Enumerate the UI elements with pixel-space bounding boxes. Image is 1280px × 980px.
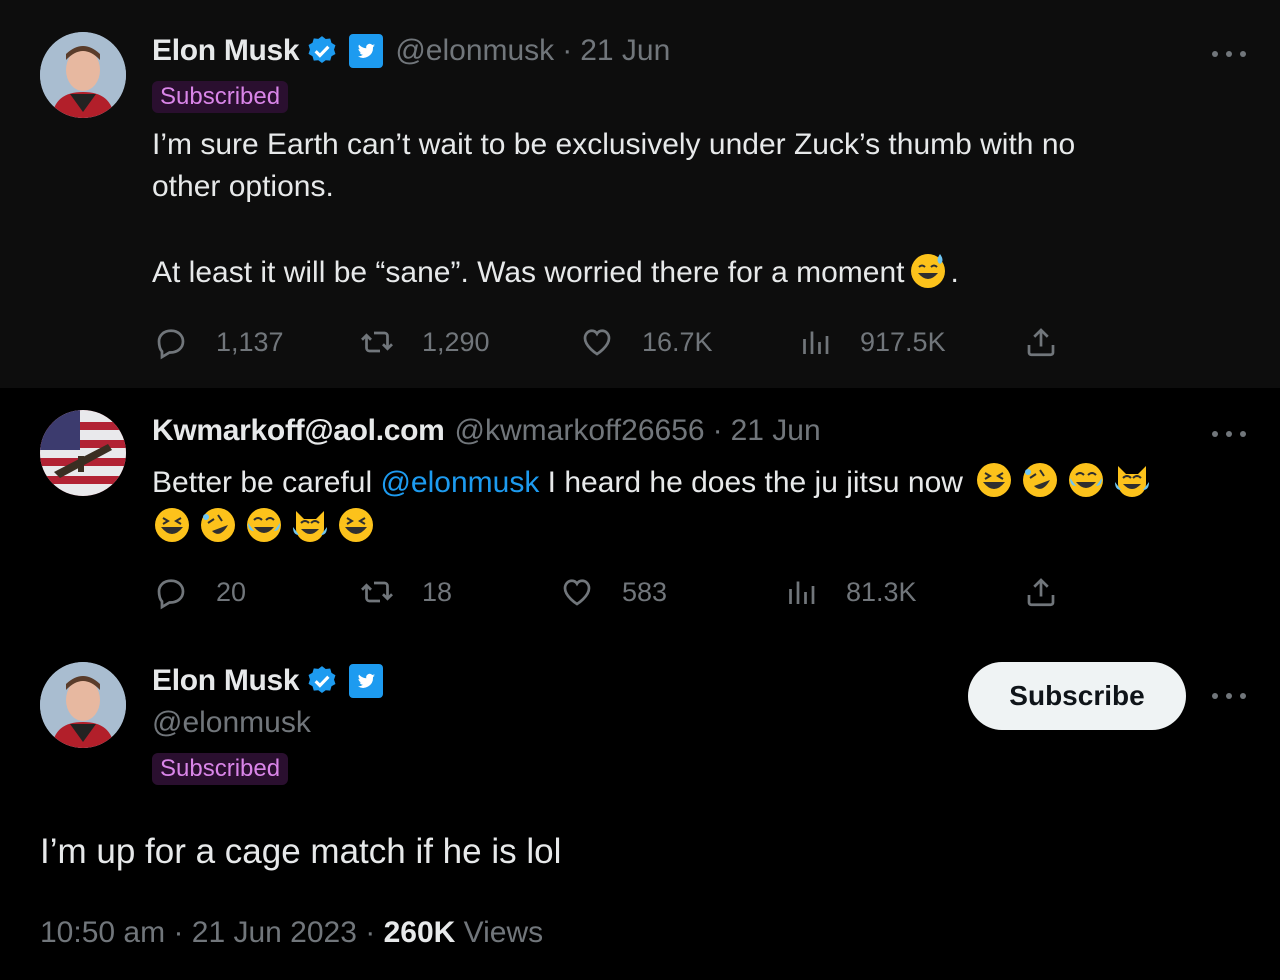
retweet-button[interactable]: 1,290 [356, 320, 490, 364]
retweet-button[interactable]: 18 [356, 570, 452, 614]
tweet-elon-focused: Elon Musk @elonmusk Subscribed Subscribe… [0, 640, 1280, 980]
views-button[interactable]: 81.3K [780, 570, 917, 614]
share-icon [1027, 578, 1055, 607]
separator-dot: · [562, 34, 573, 67]
joy-emoji-icon [247, 508, 281, 542]
rofl-emoji-icon [201, 508, 235, 542]
tweet-reply-kwmarkoff[interactable]: Kwmarkoff@aol.com @kwmarkoff26656 · 21 J… [0, 388, 1280, 640]
analytics-icon [803, 331, 829, 354]
author-handle[interactable]: @kwmarkoff26656 [455, 414, 705, 448]
more-options-icon[interactable] [1212, 686, 1246, 706]
heart-icon [563, 579, 591, 606]
tweet-date[interactable]: 21 Jun [731, 414, 821, 448]
twitter-logo-icon [349, 34, 384, 68]
like-count: 16.7K [642, 326, 713, 357]
tweet-text-segment: . [950, 256, 959, 289]
tweet-actions: 20 18 583 81.3K [150, 570, 1080, 614]
like-button[interactable]: 16.7K [576, 320, 713, 364]
subscribed-badge: Subscribed [152, 81, 289, 113]
tweet-text-segment: At least it will be “sane”. Was worried … [152, 256, 905, 289]
tweet-text-segment: Better be careful [152, 466, 381, 499]
tweet-text-line: At least it will be “sane”. Was worried … [152, 250, 1252, 294]
subscribed-badge: Subscribed [152, 753, 289, 785]
tweet-text: I’m sure Earth can’t wait to be exclusiv… [152, 124, 1252, 294]
tweet-text-line: I’m sure Earth can’t wait to be exclusiv… [152, 128, 1076, 161]
avatar[interactable] [40, 410, 126, 496]
share-icon [1027, 328, 1055, 357]
retweet-icon [361, 331, 393, 353]
tweet-text: Better be careful @elonmusk I heard he d… [152, 460, 1252, 550]
mention-link[interactable]: @elonmusk [380, 466, 539, 499]
reply-icon [157, 329, 185, 360]
reply-count: 20 [216, 576, 247, 607]
share-button[interactable] [1020, 320, 1062, 364]
tweet-date[interactable]: 21 Jun [580, 34, 670, 68]
laughing-emoji-icon [155, 508, 189, 542]
views-count: 81.3K [846, 576, 917, 607]
analytics-icon [789, 581, 815, 604]
more-options-icon[interactable] [1212, 424, 1246, 444]
tweet-text-line: other options. [152, 170, 334, 203]
cat-joy-emoji-icon [293, 511, 327, 542]
author-handle[interactable]: @elonmusk [152, 706, 311, 740]
author-name[interactable]: Elon Musk [152, 664, 300, 698]
tweet-text: I’m up for a cage match if he is lol [40, 832, 562, 871]
twitter-logo-icon [349, 664, 384, 698]
avatar[interactable] [40, 662, 126, 748]
views-button[interactable]: 917.5K [794, 320, 946, 364]
laughing-emoji-icon [339, 508, 373, 542]
author-name[interactable]: Kwmarkoff@aol.com [152, 414, 445, 448]
retweet-count: 18 [422, 576, 453, 607]
views-label: Views [463, 916, 544, 949]
reply-count: 1,137 [216, 326, 284, 357]
tweet-metadata: 10:50 am · 21 Jun 2023 · 260K Views [40, 916, 543, 950]
like-count: 583 [622, 576, 668, 607]
tweet-full-date[interactable]: 21 Jun 2023 [192, 916, 357, 949]
heart-icon [583, 329, 611, 356]
author-name[interactable]: Elon Musk [152, 34, 300, 68]
verified-icon [308, 666, 336, 694]
separator-dot: · [173, 916, 192, 949]
tweet-elon-1[interactable]: Elon Musk @elonmusk · 21 Jun Subscribed … [0, 0, 1280, 388]
tweet-text-segment: I heard he does the ju jitsu now [539, 466, 963, 499]
views-total[interactable]: 260K [384, 916, 456, 949]
reply-button[interactable]: 1,137 [150, 320, 284, 364]
reply-button[interactable]: 20 [150, 570, 246, 614]
laughing-emoji-icon [977, 463, 1012, 497]
author-handle[interactable]: @elonmusk [395, 34, 554, 68]
verified-icon [308, 36, 336, 64]
sweat-smile-emoji-icon [910, 254, 945, 288]
retweet-count: 1,290 [422, 326, 490, 357]
separator-dot: · [712, 414, 723, 447]
tweet-time[interactable]: 10:50 am [40, 916, 165, 949]
like-button[interactable]: 583 [556, 570, 667, 614]
reply-icon [157, 579, 185, 610]
more-options-icon[interactable] [1212, 44, 1246, 64]
subscribe-button[interactable]: Subscribe [968, 662, 1186, 730]
cat-joy-emoji-icon [1115, 466, 1150, 497]
avatar[interactable] [40, 32, 126, 118]
rofl-emoji-icon [1023, 463, 1058, 497]
share-button[interactable] [1020, 570, 1062, 614]
joy-emoji-icon [1069, 463, 1104, 497]
retweet-icon [361, 581, 393, 603]
separator-dot: · [365, 916, 384, 949]
views-count: 917.5K [860, 326, 946, 357]
tweet-actions: 1,137 1,290 16.7K 917.5K [150, 320, 1080, 364]
